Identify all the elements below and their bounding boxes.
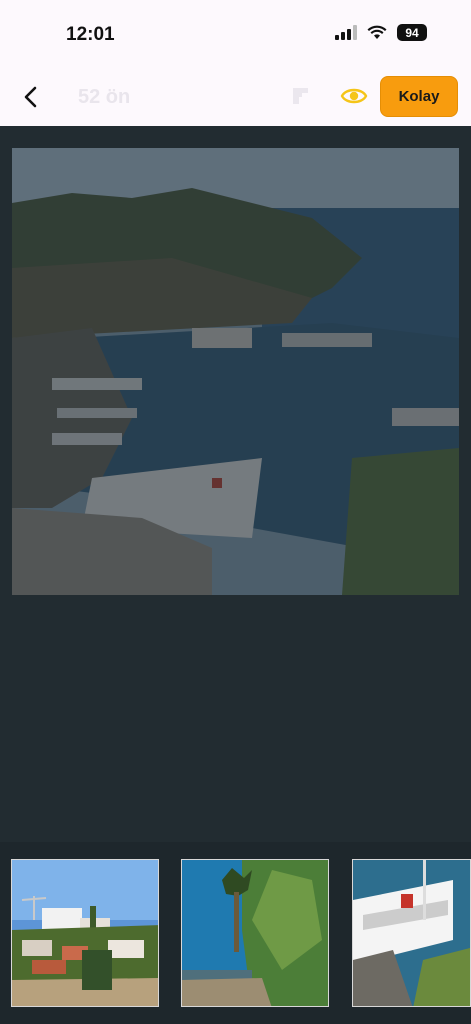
status-time: 12:01	[66, 24, 115, 45]
difficulty-button[interactable]: Kolay	[380, 76, 458, 117]
back-button[interactable]	[14, 80, 48, 114]
chevron-left-icon	[24, 86, 37, 108]
top-bar: 12:01 94 52 ön Kolay	[0, 0, 471, 126]
cellular-signal-icon	[335, 25, 357, 40]
board-overlay	[12, 148, 459, 595]
status-icons: 94	[335, 24, 427, 41]
eye-icon[interactable]	[340, 84, 368, 108]
puzzle-board[interactable]	[12, 148, 459, 595]
puzzle-piece-icon[interactable]	[290, 84, 316, 108]
puzzle-piece-1[interactable]	[11, 859, 159, 1007]
piece-count-title: 52 ön	[78, 86, 131, 108]
puzzle-piece-3[interactable]	[352, 859, 471, 1007]
piece-tray	[0, 842, 471, 1024]
battery-indicator: 94	[397, 24, 427, 41]
wifi-icon	[367, 25, 387, 39]
puzzle-piece-2[interactable]	[181, 859, 329, 1007]
